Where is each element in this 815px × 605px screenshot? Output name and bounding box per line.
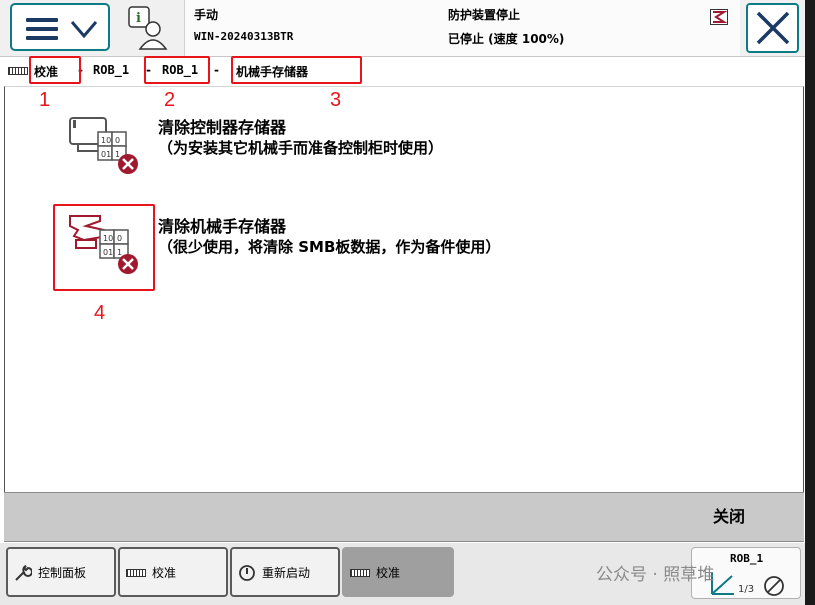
annotation-box-1 [29,56,81,84]
run-status: 已停止 (速度 100%) [448,32,565,46]
quickset-value: 1/3 [738,584,754,595]
hamburger-icon [26,18,58,40]
task-label: 校准 [152,566,177,580]
task-label: 重新启动 [262,566,311,580]
task-label: 控制面板 [38,566,87,580]
clear-robot-memory-desc: （很少使用，将清除 SMB板数据，作为备件使用） [158,238,501,256]
status-bar: i 手动 WIN-20240313BTR 防护装置停止 已停止 (速度 100%… [0,0,805,57]
annotation-number-2: 2 [164,89,176,111]
chevron-down-icon [70,21,98,39]
close-button[interactable]: 关闭 [690,493,768,541]
svg-text:i: i [136,11,141,26]
clear-controller-memory-desc: （为安装其它机械手而准备控制柜时使用） [158,139,444,157]
calibration-icon [126,569,146,577]
svg-text:01: 01 [101,150,111,159]
abb-menu-button[interactable] [10,3,110,51]
window-edge [805,0,815,605]
breadcrumb: 校准 - ROB_1 - ROB_1 - 机械手存储器 [6,58,796,84]
svg-text:0: 0 [115,136,120,145]
wrench-icon [15,565,32,581]
task-calibration[interactable]: 校准 [118,547,228,597]
annotation-number-4: 4 [94,302,106,324]
annotation-number-1: 1 [39,89,51,111]
breadcrumb-separator: - [214,63,219,77]
system-name: WIN-20240313BTR [194,30,294,43]
watermark: 公众号 · 照草堆 [596,565,715,585]
jog-axes-icon: 1/3 [711,572,784,596]
task-control-panel[interactable]: 控制面板 [6,547,116,597]
clear-controller-memory-icon[interactable]: 10 0 01 1 [66,112,142,178]
calibration-icon [350,569,370,577]
motor-status-icon [710,9,728,25]
svg-text:1: 1 [115,150,120,159]
safety-status: 防护装置停止 [448,8,521,22]
svg-text:10: 10 [101,136,111,145]
task-restart[interactable]: 重新启动 [230,547,340,597]
annotation-box-2 [144,56,210,84]
annotation-box-3 [231,56,362,84]
annotation-box-4 [53,204,155,291]
restart-icon [239,565,255,581]
task-calibration-active[interactable]: 校准 [342,547,454,597]
close-icon [756,11,790,45]
operating-mode: 手动 [194,8,219,22]
close-window-button[interactable] [746,3,799,53]
status-info: 手动 WIN-20240313BTR 防护装置停止 已停止 (速度 100%) [184,0,740,56]
clear-robot-memory-title[interactable]: 清除机械手存储器 [158,213,286,237]
clear-controller-memory-title[interactable]: 清除控制器存储器 [158,114,286,138]
task-label: 校准 [376,566,401,580]
breadcrumb-item-rob1-a[interactable]: ROB_1 [93,63,129,77]
annotation-number-3: 3 [330,89,342,111]
action-bar: 关闭 [4,492,804,542]
calibration-icon [8,67,28,75]
operator-window-icon[interactable]: i [120,3,176,51]
